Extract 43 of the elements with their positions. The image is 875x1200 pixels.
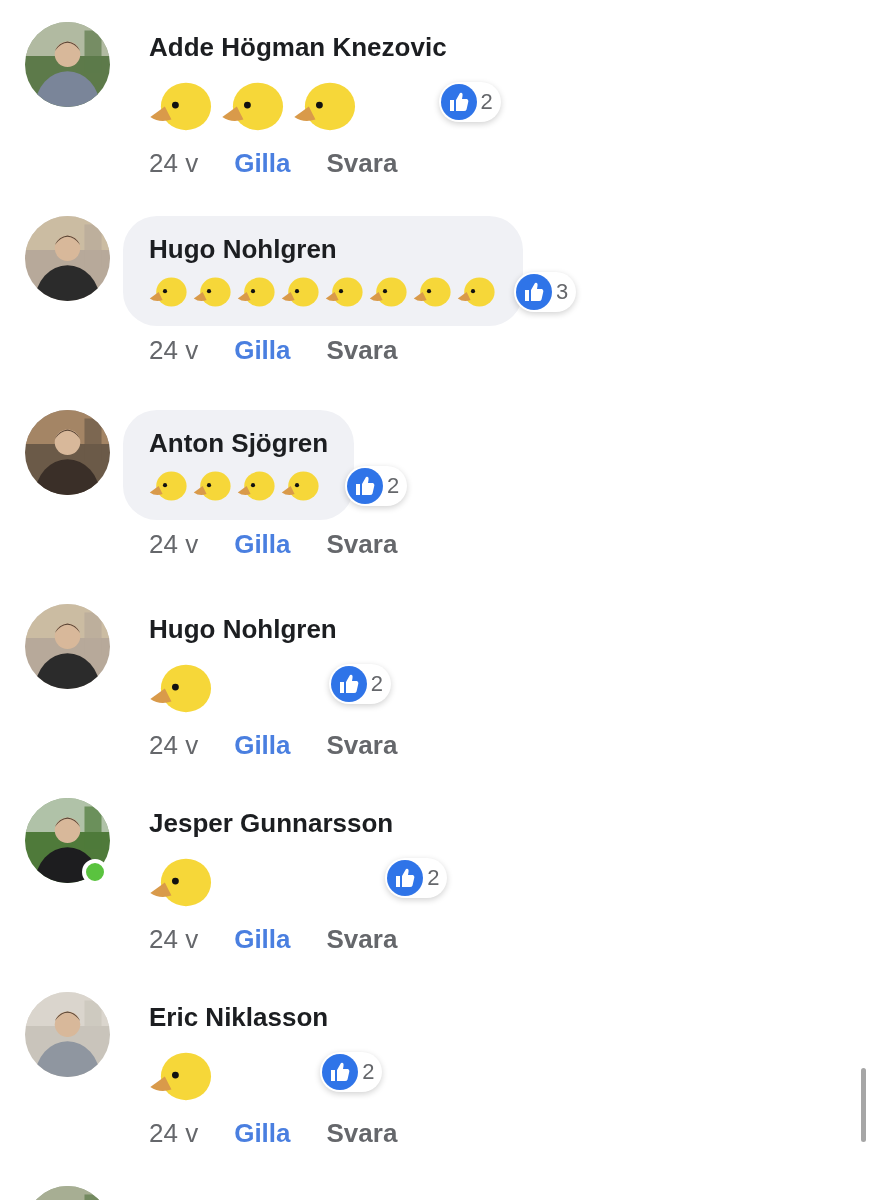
comment-time: 24 v [149,333,199,366]
like-link[interactable]: Gilla [234,527,291,560]
reply-link[interactable]: Svara [326,147,398,180]
reaction-badge[interactable]: 2 [328,664,391,704]
reply-link[interactable]: Svara [326,729,398,762]
reply-link[interactable]: Svara [326,527,398,560]
like-link[interactable]: Gilla [234,147,291,180]
reaction-badge[interactable]: 2 [320,1052,383,1092]
thumbs-up-icon [387,860,424,896]
reaction-count: 2 [480,91,493,113]
author-name[interactable]: Adde Högman Knezovic [149,30,447,64]
like-link[interactable]: Gilla [234,333,291,366]
reaction-count: 2 [387,474,400,497]
like-link[interactable]: Gilla [234,729,291,762]
reaction-badge[interactable]: 2 [385,858,448,898]
author-name[interactable]: Eric Niklasson [149,1000,329,1034]
scroll-bar[interactable] [861,1068,866,1142]
reply-link[interactable]: Svara [326,1117,398,1150]
reaction-count: 3 [556,280,569,303]
comment-time: 24 v [149,527,199,560]
reaction-badge[interactable]: 3 [514,271,577,312]
reaction-count: 2 [362,1061,375,1083]
reaction-count: 2 [427,867,440,889]
comment-time: 24 v [149,147,199,180]
comment-time: 24 v [149,923,199,956]
like-link[interactable]: Gilla [234,1117,291,1150]
comment-time: 24 v [149,729,199,762]
author-name[interactable]: Hugo Nohlgren [149,232,497,266]
reply-link[interactable]: Svara [326,923,398,956]
thumbs-up-icon [330,666,367,702]
author-name[interactable]: Hugo Nohlgren [149,612,337,646]
author-name[interactable]: Jesper Gunnarsson [149,806,394,840]
like-link[interactable]: Gilla [234,923,291,956]
thumbs-up-icon [347,467,384,504]
reaction-badge[interactable]: 2 [345,465,408,506]
thumbs-up-icon [440,84,477,120]
author-name[interactable]: Anton Sjögren [149,426,329,460]
thumbs-up-icon [322,1054,359,1090]
reply-link[interactable]: Svara [326,333,398,366]
reaction-count: 2 [370,673,383,695]
thumbs-up-icon [516,273,552,310]
comment-time: 24 v [149,1117,199,1150]
reaction-badge[interactable]: 2 [438,82,501,122]
